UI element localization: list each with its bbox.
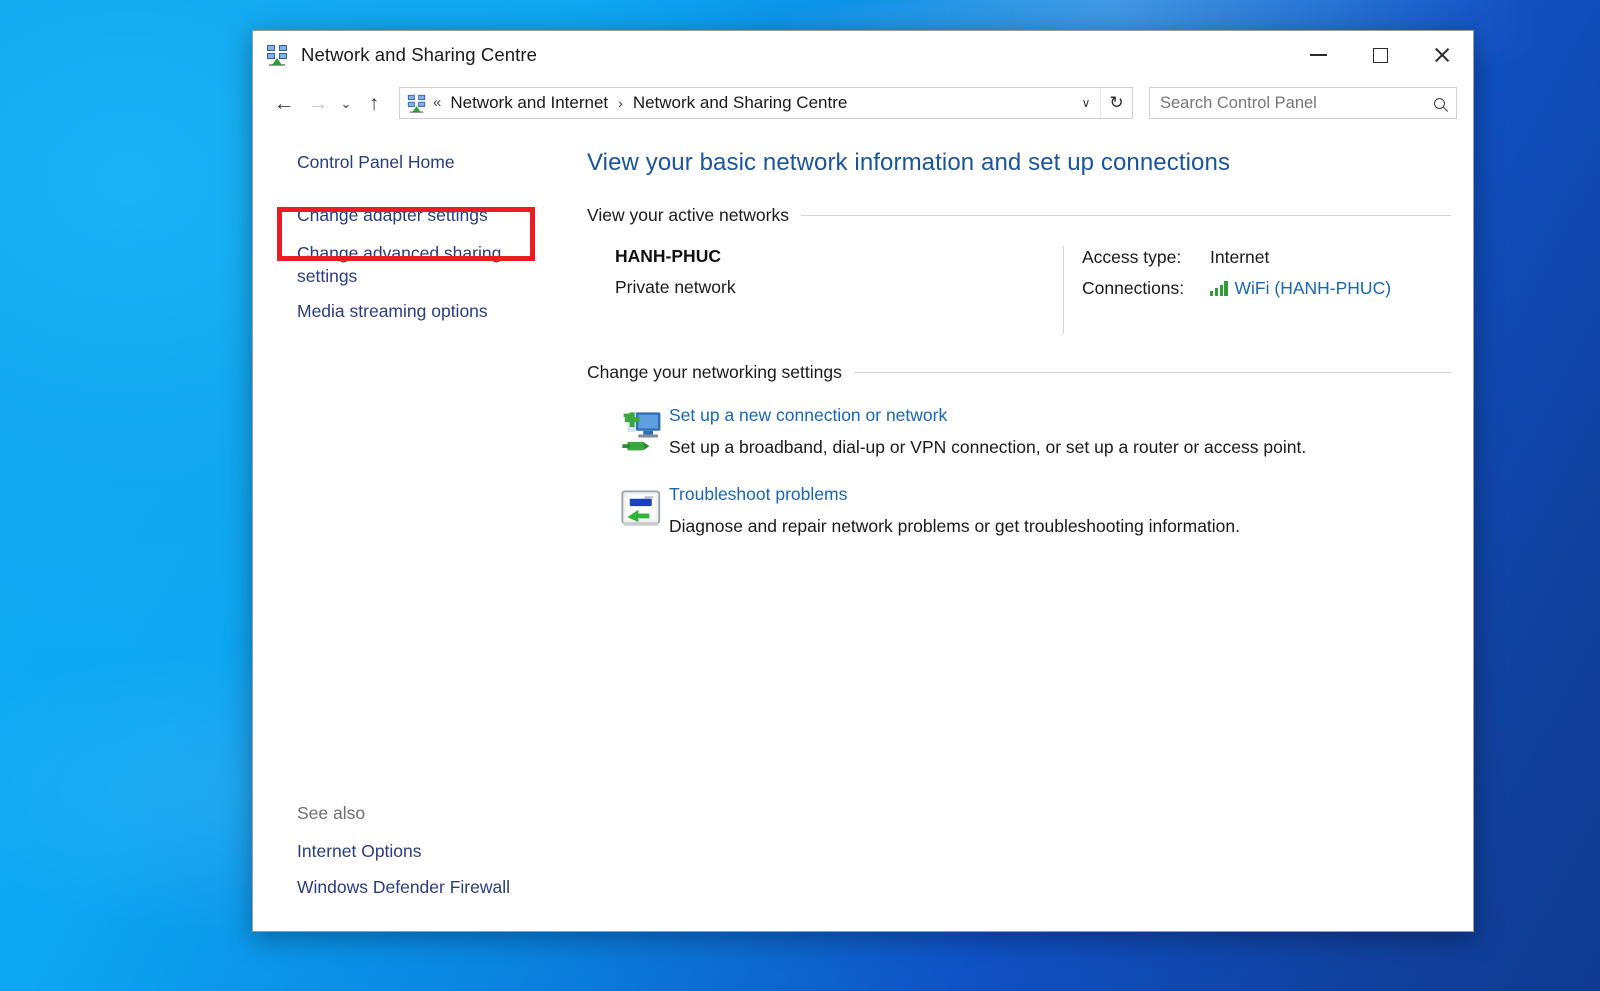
troubleshoot-problems-description: Diagnose and repair network problems or … [669,516,1241,536]
breadcrumb-prefix: « [433,94,442,111]
back-button[interactable]: ← [267,86,301,120]
access-type-value: Internet [1210,247,1270,267]
new-connection-icon [615,405,669,451]
task-text: Set up a new connection or network Set u… [669,405,1451,458]
refresh-icon[interactable]: ↻ [1100,88,1132,118]
networking-settings-heading: Change your networking settings [587,362,842,382]
breadcrumb-separator: › [618,95,623,111]
main-content: View your basic network information and … [549,127,1473,931]
maximize-button[interactable] [1349,31,1411,79]
section-divider [853,372,1451,373]
vertical-divider [1063,246,1064,334]
task-text: Troubleshoot problems Diagnose and repai… [669,484,1451,537]
connections-label: Connections: [1082,278,1185,298]
breadcrumb-item-network-and-internet[interactable]: Network and Internet [448,88,610,118]
network-type: Private network [615,277,736,297]
active-network-identity: HANH-PHUC Private network [615,246,1063,334]
breadcrumb-item-network-and-sharing-centre[interactable]: Network and Sharing Centre [631,88,850,118]
task-troubleshoot-problems: Troubleshoot problems Diagnose and repai… [587,484,1451,537]
active-network-row: HANH-PHUC Private network Access type: I… [587,246,1451,334]
window-body: Control Panel Home Change adapter settin… [253,127,1473,931]
forward-button[interactable]: → [301,86,335,120]
active-network-details: Access type: Internet Connections: WiFi … [1082,246,1451,334]
see-also-heading: See also [297,803,366,824]
troubleshoot-icon [615,484,669,528]
sidebar-item-windows-defender-firewall[interactable]: Windows Defender Firewall [253,870,549,905]
page-title: View your basic network information and … [587,149,1231,176]
minimize-button[interactable] [1287,31,1349,79]
maximize-icon [1372,47,1388,63]
networking-settings-heading-row: Change your networking settings [587,362,1451,383]
sidebar: Control Panel Home Change adapter settin… [253,127,549,931]
title-bar: Network and Sharing Centre [253,31,1473,79]
set-up-new-connection-description: Set up a broadband, dial-up or VPN conne… [669,437,1307,457]
chevron-down-icon[interactable]: ∨ [1072,88,1100,118]
sidebar-item-control-panel-home[interactable]: Control Panel Home [253,145,549,180]
access-type-label: Access type: [1082,247,1182,267]
active-networks-heading-row: View your active networks [587,205,1451,226]
search-input[interactable] [1150,93,1422,113]
active-networks-heading: View your active networks [587,205,789,225]
set-up-new-connection-link[interactable]: Set up a new connection or network [669,405,947,426]
close-button[interactable] [1411,31,1473,79]
address-bar[interactable]: « Network and Internet › Network and Sha… [399,87,1133,119]
search-box[interactable] [1149,87,1457,119]
wifi-signal-icon [1210,281,1228,296]
close-icon [1433,46,1451,64]
access-type-row: Access type: Internet [1082,247,1451,268]
connections-row: Connections: WiFi (HANH-PHUC) [1082,278,1451,299]
minimize-icon [1309,54,1327,56]
sidebar-item-change-advanced-sharing-settings[interactable]: Change advanced sharing settings [253,236,549,295]
task-set-up-new-connection: Set up a new connection or network Set u… [587,405,1451,458]
recent-locations-button[interactable]: ⌄ [335,86,357,120]
see-also-section: See also Internet Options Windows Defend… [253,803,549,931]
connections-link[interactable]: WiFi (HANH-PHUC) [1235,278,1392,299]
window-title: Network and Sharing Centre [301,44,538,65]
sidebar-item-internet-options[interactable]: Internet Options [253,834,549,869]
section-divider [801,215,1451,216]
up-button[interactable]: ↑ [357,86,391,120]
network-sharing-icon [266,44,288,66]
breadcrumb-network-icon [407,94,426,113]
network-name: HANH-PHUC [615,246,721,266]
sidebar-item-media-streaming-options[interactable]: Media streaming options [253,294,549,329]
sidebar-item-change-adapter-settings[interactable]: Change adapter settings [253,198,549,233]
network-sharing-centre-window: Network and Sharing Centre ← → ⌄ ↑ « Net… [252,30,1474,932]
window-controls [1287,31,1473,79]
troubleshoot-problems-link[interactable]: Troubleshoot problems [669,484,847,505]
search-icon[interactable] [1422,88,1456,118]
navigation-bar: ← → ⌄ ↑ « Network and Internet › Network… [253,79,1473,127]
